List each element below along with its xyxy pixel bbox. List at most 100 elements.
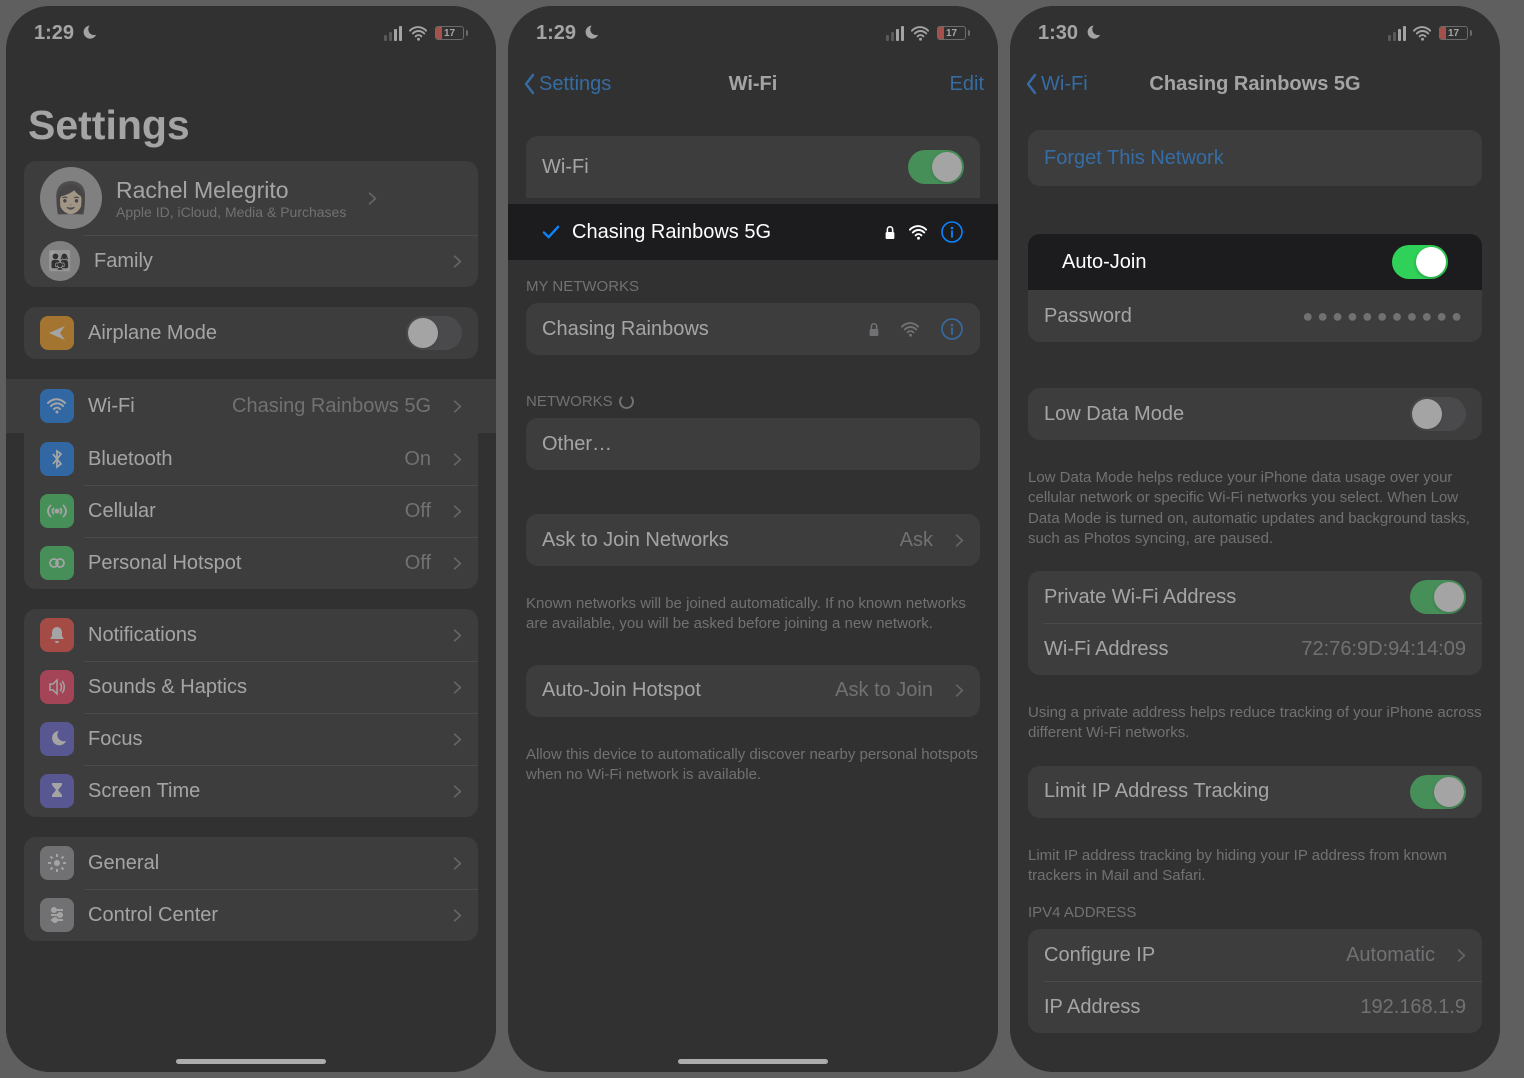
- row-label: General: [88, 852, 431, 875]
- info-icon[interactable]: [940, 317, 964, 341]
- lock-icon: [883, 224, 897, 240]
- auto-join-row[interactable]: Auto-Join: [1028, 234, 1482, 290]
- row-value: Off: [405, 500, 431, 523]
- status-bar: 1:30 17: [1010, 6, 1500, 60]
- row-label: IP Address: [1044, 996, 1346, 1019]
- row-label: Personal Hotspot: [88, 552, 391, 575]
- known-network-row[interactable]: Chasing Rainbows: [526, 303, 980, 355]
- row-label: Wi-Fi: [542, 156, 894, 179]
- chevron-right-icon: [453, 732, 462, 747]
- sliders-icon: [40, 898, 74, 932]
- ip-address-row: IP Address 192.168.1.9: [1028, 981, 1482, 1033]
- wifi-status-icon: [911, 24, 930, 43]
- chevron-right-icon: [453, 452, 462, 467]
- row-label: Screen Time: [88, 780, 431, 803]
- gear-icon: [40, 846, 74, 880]
- wifi-status-icon: [1413, 24, 1432, 43]
- limit-ip-footer: Limit IP address tracking by hiding your…: [1010, 838, 1500, 887]
- row-value: Ask: [900, 529, 933, 552]
- row-label: Private Wi-Fi Address: [1044, 586, 1396, 609]
- info-icon[interactable]: [940, 220, 964, 244]
- auto-join-hotspot-row[interactable]: Auto-Join Hotspot Ask to Join: [526, 665, 980, 717]
- chevron-right-icon: [955, 683, 964, 698]
- row-label: Wi-Fi: [88, 395, 218, 418]
- private-addr-row[interactable]: Private Wi-Fi Address: [1028, 571, 1482, 623]
- low-data-row[interactable]: Low Data Mode: [1028, 388, 1482, 440]
- lock-icon: [867, 321, 881, 337]
- limit-ip-row[interactable]: Limit IP Address Tracking: [1028, 766, 1482, 818]
- screen-wifi: 1:29 17 Settings Wi-Fi Edit Wi-Fi: [508, 6, 998, 1072]
- auto-join-toggle[interactable]: [1392, 245, 1448, 279]
- hotspot-icon: [40, 546, 74, 580]
- home-indicator[interactable]: [176, 1059, 326, 1064]
- battery-indicator: 17: [435, 26, 468, 40]
- forget-label: Forget This Network: [1044, 147, 1224, 170]
- profile-name: Rachel Melegrito: [116, 177, 346, 204]
- chevron-right-icon: [1457, 948, 1466, 963]
- family-row[interactable]: 👨‍👩‍👧 Family: [24, 235, 478, 287]
- password-row[interactable]: Password ●●●●●●●●●●●: [1028, 290, 1482, 342]
- edit-button[interactable]: Edit: [950, 73, 984, 96]
- section-networks: NETWORKS: [508, 375, 998, 418]
- configure-ip-row[interactable]: Configure IP Automatic: [1028, 929, 1482, 981]
- wifi-address-row: Wi-Fi Address 72:76:9D:94:14:09: [1028, 623, 1482, 675]
- moon-icon: [40, 722, 74, 756]
- row-label: Bluetooth: [88, 448, 390, 471]
- page-title: Settings: [6, 60, 496, 161]
- limit-ip-toggle[interactable]: [1410, 775, 1466, 809]
- chevron-right-icon: [453, 556, 462, 571]
- network-name: Chasing Rainbows: [542, 318, 853, 341]
- bluetooth-icon: [40, 442, 74, 476]
- screen-network-detail: 1:30 17 Wi-Fi Chasing Rainbows 5G Forget…: [1010, 6, 1500, 1072]
- cellular-icon: [40, 494, 74, 528]
- forget-network-button[interactable]: Forget This Network: [1028, 130, 1482, 186]
- hourglass-icon: [40, 774, 74, 808]
- apple-id-row[interactable]: 👩🏻 Rachel Melegrito Apple ID, iCloud, Me…: [24, 161, 478, 235]
- chevron-right-icon: [453, 504, 462, 519]
- chevron-right-icon: [453, 680, 462, 695]
- section-ipv4: IPV4 ADDRESS: [1010, 886, 1500, 929]
- chevron-left-icon: [522, 73, 536, 95]
- bluetooth-row[interactable]: Bluetooth On: [24, 433, 478, 485]
- nav-bar: Wi-Fi Chasing Rainbows 5G: [1010, 60, 1500, 108]
- other-network-row[interactable]: Other…: [526, 418, 980, 470]
- row-label: Low Data Mode: [1044, 403, 1396, 426]
- home-indicator[interactable]: [678, 1059, 828, 1064]
- wifi-strength-icon: [909, 223, 928, 242]
- wifi-settings-row[interactable]: Wi-Fi Chasing Rainbows 5G: [6, 379, 496, 433]
- ask-to-join-row[interactable]: Ask to Join Networks Ask: [526, 514, 980, 566]
- hotspot-row[interactable]: Personal Hotspot Off: [24, 537, 478, 589]
- row-value: On: [404, 448, 431, 471]
- screen-settings: 1:29 17 Settings 👩🏻 Rachel Melegrito App…: [6, 6, 496, 1072]
- row-label: Wi-Fi Address: [1044, 638, 1287, 661]
- back-button[interactable]: Wi-Fi: [1024, 73, 1088, 96]
- private-addr-toggle[interactable]: [1410, 580, 1466, 614]
- general-row[interactable]: General: [24, 837, 478, 889]
- chevron-right-icon: [453, 784, 462, 799]
- password-value: ●●●●●●●●●●●: [1302, 306, 1466, 327]
- cellular-row[interactable]: Cellular Off: [24, 485, 478, 537]
- nav-bar: Settings Wi-Fi Edit: [508, 60, 998, 108]
- sounds-row[interactable]: Sounds & Haptics: [24, 661, 478, 713]
- row-value: Automatic: [1346, 944, 1435, 967]
- status-time: 1:29: [536, 22, 576, 45]
- control-center-row[interactable]: Control Center: [24, 889, 478, 941]
- screentime-row[interactable]: Screen Time: [24, 765, 478, 817]
- notifications-row[interactable]: Notifications: [24, 609, 478, 661]
- row-label: Notifications: [88, 624, 431, 647]
- airplane-toggle[interactable]: [406, 316, 462, 350]
- status-time: 1:29: [34, 22, 74, 45]
- wifi-toggle[interactable]: [908, 150, 964, 184]
- focus-row[interactable]: Focus: [24, 713, 478, 765]
- back-button[interactable]: Settings: [522, 73, 611, 96]
- row-label: Ask to Join Networks: [542, 529, 886, 552]
- low-data-toggle[interactable]: [1410, 397, 1466, 431]
- row-label: Cellular: [88, 500, 391, 523]
- wifi-master-row[interactable]: Wi-Fi: [526, 136, 980, 198]
- row-label: Other…: [542, 433, 964, 456]
- status-time: 1:30: [1038, 22, 1078, 45]
- focus-moon-icon: [79, 24, 97, 42]
- connected-network-row[interactable]: Chasing Rainbows 5G: [508, 204, 998, 260]
- profile-sub: Apple ID, iCloud, Media & Purchases: [116, 204, 346, 220]
- airplane-mode-row[interactable]: Airplane Mode: [24, 307, 478, 359]
